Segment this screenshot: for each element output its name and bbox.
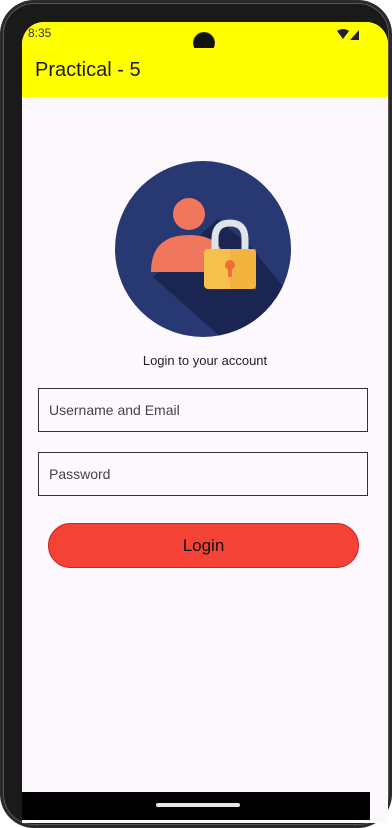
home-indicator[interactable] <box>156 803 240 807</box>
status-icons <box>337 29 359 40</box>
status-bar: 8:35 <box>22 22 388 54</box>
signal-icon <box>350 30 359 40</box>
page-title: Practical - 5 <box>35 59 141 81</box>
user-lock-icon <box>115 161 291 337</box>
wifi-icon <box>337 29 349 39</box>
login-subtitle: Login to your account <box>142 353 268 368</box>
password-input[interactable] <box>38 452 368 496</box>
navigation-bar <box>22 792 370 820</box>
status-time: 8:35 <box>28 26 52 40</box>
username-email-input[interactable] <box>38 388 368 432</box>
app-bar: Practical - 5 <box>22 48 388 97</box>
login-button[interactable]: Login <box>48 523 359 568</box>
app-screen: 8:35 Practical - 5 Login to your account… <box>22 22 388 823</box>
